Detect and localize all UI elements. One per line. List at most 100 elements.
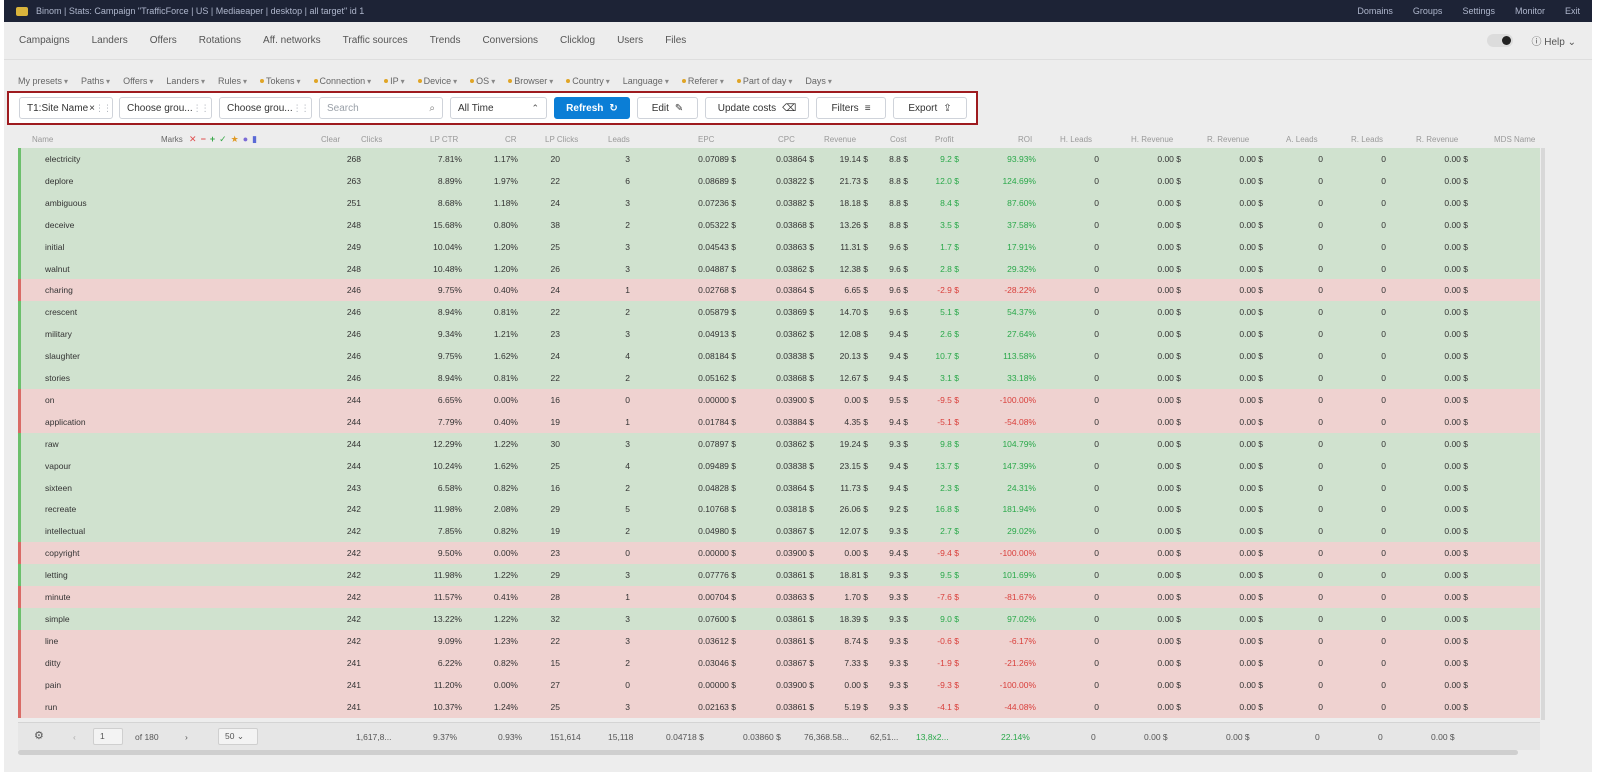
chip-part-of-day[interactable]: Part of day ▾ <box>736 76 792 86</box>
col-h-leads[interactable]: H. Leads <box>1060 135 1092 144</box>
nav-campaigns[interactable]: Campaigns <box>19 35 70 46</box>
nav-offers[interactable]: Offers <box>150 35 177 46</box>
nav-rotations[interactable]: Rotations <box>199 35 241 46</box>
nav-traffic-sources[interactable]: Traffic sources <box>343 35 408 46</box>
nav-files[interactable]: Files <box>665 35 686 46</box>
top-link-exit[interactable]: Exit <box>1565 6 1580 16</box>
row-name[interactable]: application <box>45 417 86 427</box>
row-name[interactable]: deceive <box>45 220 74 230</box>
table-row[interactable]: raw 244 12.29% 1.22% 30 3 0.07897 $ 0.03862 $ 19… <box>18 432 1540 455</box>
col-cost[interactable]: Cost <box>890 135 906 144</box>
row-name[interactable]: deplore <box>45 176 73 186</box>
col-name[interactable]: Name <box>32 135 53 144</box>
nav-trends[interactable]: Trends <box>430 35 461 46</box>
table-row[interactable]: pain 241 11.20% 0.00% 27 0 0.00000 $ 0.03900 $ 0… <box>18 673 1540 696</box>
row-name[interactable]: slaughter <box>45 351 80 361</box>
nav-users[interactable]: Users <box>617 35 643 46</box>
col-r-revenue-2[interactable]: R. Revenue <box>1416 135 1458 144</box>
chip-offers[interactable]: Offers ▾ <box>123 76 153 86</box>
row-name[interactable]: recreate <box>45 504 76 514</box>
table-row[interactable]: ditty 241 6.22% 0.82% 15 2 0.03046 $ 0.03867 $ 7… <box>18 651 1540 674</box>
mark-x-icon[interactable]: ✕ <box>189 134 197 145</box>
row-name[interactable]: walnut <box>45 264 70 274</box>
table-row[interactable]: letting 242 11.98% 1.22% 29 3 0.07776 $ 0.03861… <box>18 564 1540 587</box>
table-row[interactable]: stories 246 8.94% 0.81% 22 2 0.05162 $0.03868 … <box>18 367 1540 389</box>
mark-minus-icon[interactable]: − <box>201 134 206 144</box>
col-mds-name[interactable]: MDS Name <box>1494 135 1535 144</box>
edit-button[interactable]: Edit ✎ <box>637 97 698 119</box>
table-row[interactable]: deplore 263 8.89% 1.97% 22 6 0.08689 $ 0.03822 … <box>18 169 1540 192</box>
col-r-leads[interactable]: R. Leads <box>1351 135 1383 144</box>
drag-handle-icon[interactable]: ⋮⋮ <box>193 103 210 114</box>
nav-clicklog[interactable]: Clicklog <box>560 35 595 46</box>
row-name[interactable]: raw <box>45 439 59 449</box>
export-button[interactable]: Export ⇪ <box>893 97 967 119</box>
table-row[interactable]: military 246 9.34% 1.21% 23 3 0.04913 $ 0.03862… <box>18 323 1540 346</box>
row-name[interactable]: simple <box>45 614 70 624</box>
table-row[interactable]: ambiguous 251 8.68% 1.18% 24 3 0.07236 $ 0.0388… <box>18 191 1540 214</box>
theme-toggle[interactable] <box>1487 34 1514 47</box>
row-name[interactable]: military <box>45 329 72 339</box>
top-link-settings[interactable]: Settings <box>1462 6 1495 16</box>
table-row[interactable]: recreate 242 11.98% 2.08% 29 5 0.10768 $ 0.0381… <box>18 498 1540 521</box>
row-name[interactable]: pain <box>45 680 61 690</box>
top-link-domains[interactable]: Domains <box>1357 6 1393 16</box>
table-row[interactable]: electricity 268 7.81% 1.17% 20 3 0.07089 $ 0.03… <box>18 148 1540 170</box>
row-name[interactable]: line <box>45 636 58 646</box>
mark-trash-icon[interactable]: ▮ <box>252 134 257 145</box>
row-name[interactable]: minute <box>45 592 71 602</box>
chip-paths[interactable]: Paths ▾ <box>81 76 110 86</box>
col-clicks[interactable]: Clicks <box>361 135 382 144</box>
table-row[interactable]: line 242 9.09% 1.23% 22 3 0.03612 $ 0.03861 $ 8.… <box>18 629 1540 652</box>
top-link-monitor[interactable]: Monitor <box>1515 6 1545 16</box>
table-row[interactable]: charing 246 9.75% 0.40% 24 1 0.02768 $ 0.03864 … <box>18 279 1540 302</box>
mark-check-icon[interactable]: ✓ <box>219 134 227 145</box>
row-name[interactable]: ditty <box>45 658 61 668</box>
row-name[interactable]: stories <box>45 373 70 383</box>
per-page-select[interactable]: 50 ⌄ <box>218 728 258 745</box>
top-link-groups[interactable]: Groups <box>1413 6 1443 16</box>
chip-days[interactable]: Days ▾ <box>805 76 832 86</box>
row-name[interactable]: on <box>45 395 54 405</box>
chip-rules[interactable]: Rules ▾ <box>218 76 247 86</box>
settings-gear-icon[interactable]: ⚙ <box>34 729 44 742</box>
group-select-2[interactable]: Choose grou... ⋮⋮ <box>119 97 212 119</box>
horizontal-scrollbar[interactable] <box>18 750 1518 755</box>
table-row[interactable]: walnut 248 10.48% 1.20% 26 3 0.04887 $ 0.03862 … <box>18 257 1540 280</box>
table-row[interactable]: initial 249 10.04% 1.20% 25 3 0.04543 $ 0.03863… <box>18 235 1540 258</box>
chip-device[interactable]: Device ▾ <box>417 76 457 86</box>
col-a-leads[interactable]: A. Leads <box>1286 135 1318 144</box>
col-clear[interactable]: Clear <box>321 135 340 144</box>
mark-plus-icon[interactable]: + <box>210 134 215 144</box>
table-row[interactable]: intellectual 242 7.85% 0.82% 19 2 0.04980 $ 0.0… <box>18 520 1540 543</box>
col-roi[interactable]: ROI <box>1018 135 1032 144</box>
row-name[interactable]: sixteen <box>45 483 72 493</box>
chip-tokens[interactable]: Tokens ▾ <box>260 76 301 86</box>
chip-landers[interactable]: Landers ▾ <box>166 76 205 86</box>
next-page-icon[interactable]: › <box>185 732 188 742</box>
prev-page-icon[interactable]: ‹ <box>73 732 76 742</box>
drag-handle-icon[interactable]: ⋮⋮ <box>293 103 310 114</box>
mark-circle-icon[interactable]: ● <box>243 134 248 144</box>
page-input[interactable]: 1 <box>93 728 123 745</box>
col-cpc[interactable]: CPC <box>778 135 795 144</box>
chip-my-presets[interactable]: My presets ▾ <box>18 76 68 86</box>
col-lp-clicks[interactable]: LP Clicks <box>545 135 578 144</box>
col-lp-ctr[interactable]: LP CTR <box>430 135 458 144</box>
nav-aff-networks[interactable]: Aff. networks <box>263 35 321 46</box>
chip-ip[interactable]: IP ▾ <box>384 76 405 86</box>
row-name[interactable]: copyright <box>45 548 80 558</box>
table-row[interactable]: minute 242 11.57% 0.41% 28 1 0.00704 $ 0.03863 … <box>18 586 1540 608</box>
group-select-3[interactable]: Choose grou... ⋮⋮ <box>219 97 312 119</box>
nav-conversions[interactable]: Conversions <box>482 35 538 46</box>
chip-country[interactable]: Country ▾ <box>566 76 610 86</box>
row-name[interactable]: intellectual <box>45 526 85 536</box>
row-name[interactable]: run <box>45 702 57 712</box>
table-row[interactable]: deceive 248 15.68% 0.80% 38 2 0.05322 $ 0.03868… <box>18 213 1540 236</box>
table-row[interactable]: on 244 6.65% 0.00% 16 0 0.00000 $ 0.03900 $ 0.00… <box>18 388 1540 411</box>
chip-connection[interactable]: Connection ▾ <box>313 76 371 86</box>
col-profit[interactable]: Profit <box>935 135 954 144</box>
col-revenue[interactable]: Revenue <box>824 135 856 144</box>
vertical-scrollbar[interactable] <box>1541 148 1545 720</box>
refresh-button[interactable]: Refresh ↻ <box>554 97 630 119</box>
